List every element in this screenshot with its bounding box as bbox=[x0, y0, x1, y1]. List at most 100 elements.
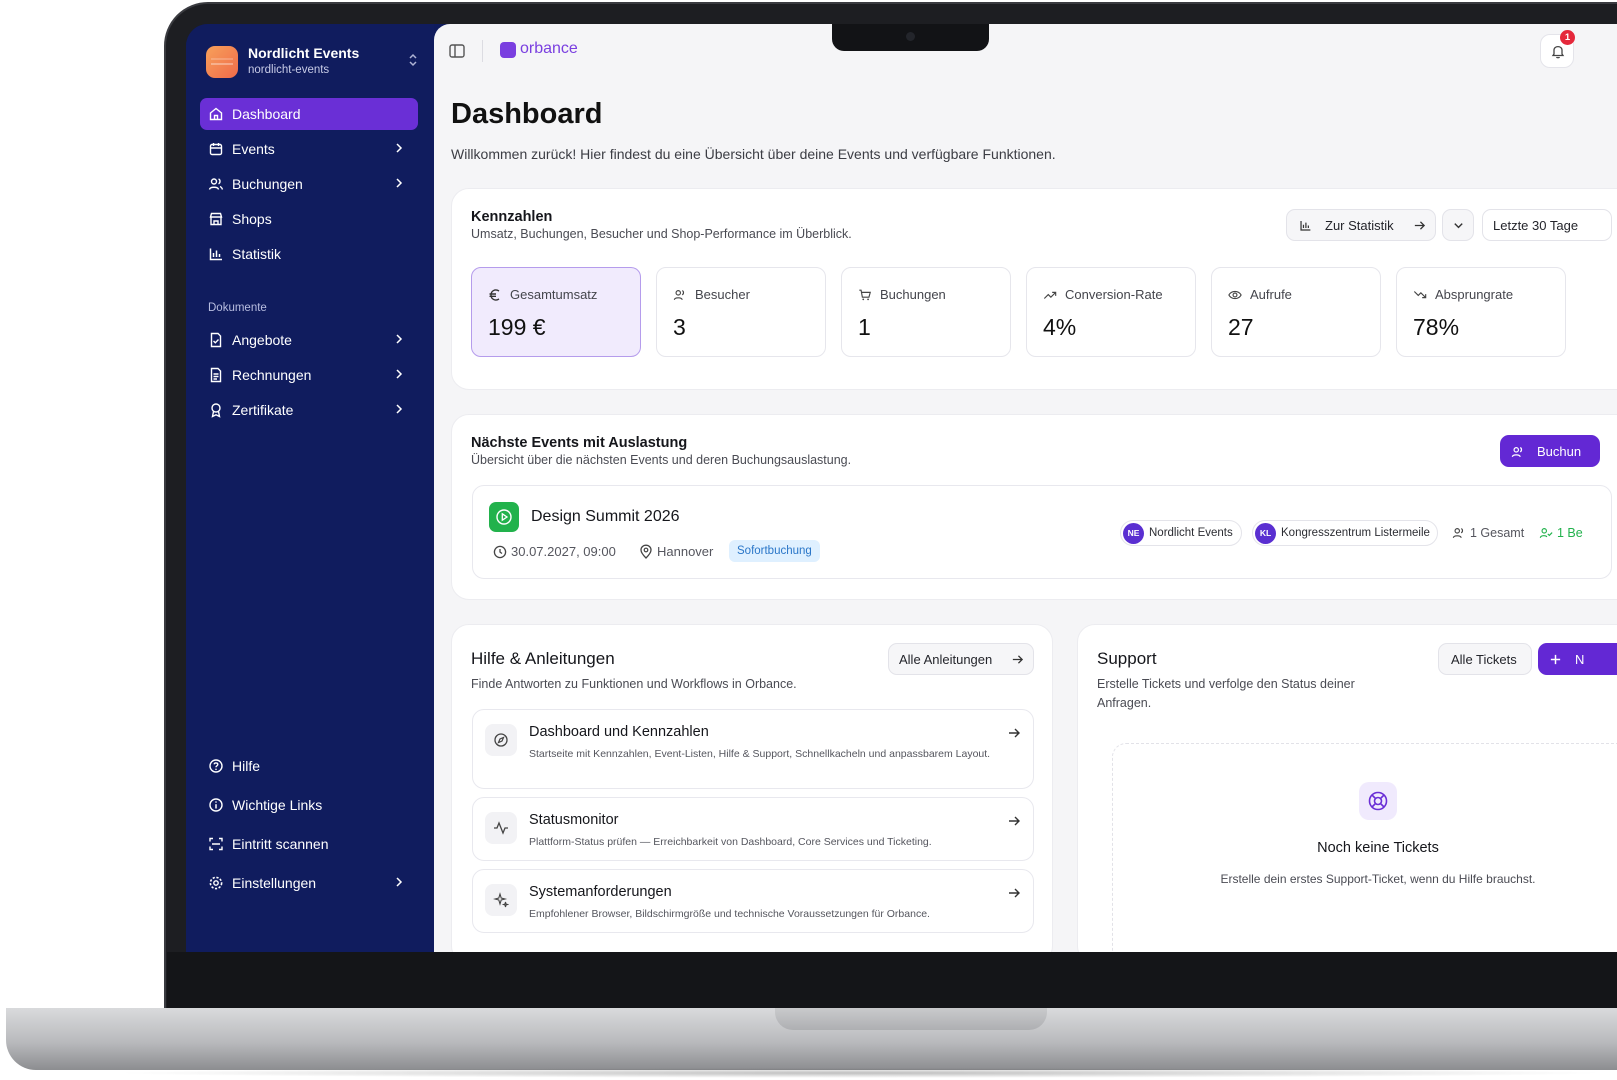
file-check-icon bbox=[210, 332, 222, 348]
sidebar-item-angebote[interactable]: Angebote bbox=[200, 324, 418, 356]
all-tickets-button[interactable]: Alle Tickets bbox=[1438, 643, 1532, 675]
trending-up-icon bbox=[1043, 291, 1057, 299]
all-guides-button[interactable]: Alle Anleitungen bbox=[888, 643, 1034, 675]
new-ticket-button[interactable]: N bbox=[1538, 643, 1617, 675]
date-range-value: Letzte 30 Tage bbox=[1493, 218, 1579, 233]
kpi-value: 78% bbox=[1413, 314, 1460, 340]
kpi-label: Besucher bbox=[695, 287, 750, 302]
kpi-card-title: Kennzahlen bbox=[471, 209, 553, 225]
guide-title: Dashboard und Kennzahlen bbox=[529, 724, 709, 740]
chevrons-up-down-icon bbox=[408, 52, 418, 69]
kpi-aufrufe[interactable]: Aufrufe 27 bbox=[1211, 267, 1381, 357]
laptop-base-notch bbox=[775, 1008, 1047, 1030]
sidebar-item-wichtige-links[interactable]: Wichtige Links bbox=[200, 789, 418, 821]
empty-state-subtitle: Erstelle dein erstes Support-Ticket, wen… bbox=[1220, 872, 1536, 886]
stats-button[interactable]: Zur Statistik bbox=[1286, 209, 1436, 241]
sparkles-icon bbox=[485, 884, 517, 916]
arrow-right-icon bbox=[1009, 816, 1020, 826]
all-guides-label: Alle Anleitungen bbox=[899, 652, 993, 667]
notification-badge: 1 bbox=[1560, 30, 1575, 45]
sidebar-item-label: Wichtige Links bbox=[232, 797, 323, 813]
event-total-count: 1 Gesamt bbox=[1470, 526, 1525, 540]
date-range-select[interactable]: Letzte 30 Tage bbox=[1482, 209, 1612, 241]
store-icon bbox=[209, 212, 223, 226]
camera-notch bbox=[832, 24, 989, 51]
kpi-value: 1 bbox=[858, 314, 871, 340]
guide-item[interactable]: Dashboard und Kennzahlen Startseite mit … bbox=[472, 709, 1034, 789]
kpi-label: Aufrufe bbox=[1250, 287, 1292, 302]
guide-item[interactable]: Statusmonitor Plattform-Status prüfen — … bbox=[472, 797, 1034, 861]
orbance-logo-icon bbox=[500, 42, 516, 58]
help-card-subtitle: Finde Antworten zu Funktionen und Workfl… bbox=[471, 677, 797, 691]
sidebar-item-buchungen[interactable]: Buchungen bbox=[200, 168, 418, 200]
sidebar-item-statistik[interactable]: Statistik bbox=[200, 238, 418, 270]
all-tickets-label: Alle Tickets bbox=[1451, 652, 1517, 667]
organizer-chip: NE Nordlicht Events bbox=[1120, 520, 1242, 546]
avatar: KL bbox=[1255, 523, 1276, 544]
venue-name: Kongresszentrum Listermeile bbox=[1281, 527, 1430, 539]
org-logo bbox=[206, 46, 238, 78]
help-card: Hilfe & Anleitungen Finde Antworten zu F… bbox=[451, 624, 1053, 952]
arrow-right-icon bbox=[1012, 655, 1024, 664]
sidebar-toggle-icon[interactable] bbox=[448, 42, 466, 60]
laptop-mockup: Nordlicht Events nordlicht-events Dashbo… bbox=[0, 0, 1617, 1080]
users-icon bbox=[1511, 447, 1523, 458]
guide-description: Startseite mit Kennzahlen, Event-Listen,… bbox=[529, 748, 991, 760]
user-check-icon bbox=[1539, 528, 1553, 539]
sidebar-item-rechnungen[interactable]: Rechnungen bbox=[200, 359, 418, 391]
bar-chart-icon bbox=[209, 248, 222, 261]
sidebar-item-label: Statistik bbox=[232, 246, 282, 262]
kpi-besucher[interactable]: Besucher 3 bbox=[656, 267, 826, 357]
bell-icon bbox=[1551, 45, 1565, 59]
clock-icon bbox=[493, 545, 507, 559]
help-circle-icon bbox=[209, 759, 223, 773]
chevron-right-icon bbox=[396, 877, 403, 887]
main-content: orbance 1 Dashboard Willkommen zurück! H… bbox=[434, 24, 1617, 952]
euro-icon bbox=[489, 289, 500, 301]
booking-type-badge: Sofortbuchung bbox=[729, 540, 820, 562]
guide-item[interactable]: Systemanforderungen Empfohlener Browser,… bbox=[472, 869, 1034, 933]
sidebar-item-einstellungen[interactable]: Einstellungen bbox=[200, 867, 418, 899]
screen: Nordlicht Events nordlicht-events Dashbo… bbox=[186, 24, 1617, 952]
compass-icon bbox=[485, 724, 517, 756]
kpi-conversion-rate[interactable]: Conversion-Rate 4% bbox=[1026, 267, 1196, 357]
range-dropdown-toggle[interactable] bbox=[1442, 209, 1474, 241]
chevron-right-icon bbox=[396, 334, 403, 344]
guide-title: Systemanforderungen bbox=[529, 884, 672, 900]
sidebar-item-events[interactable]: Events bbox=[200, 133, 418, 165]
org-slug: nordlicht-events bbox=[248, 64, 330, 76]
activity-icon bbox=[485, 812, 517, 844]
support-card-title: Support bbox=[1097, 649, 1157, 668]
laptop-bezel bbox=[167, 952, 1617, 1010]
sidebar-item-hilfe[interactable]: Hilfe bbox=[200, 750, 418, 782]
guide-title: Statusmonitor bbox=[529, 812, 619, 828]
kpi-label: Absprungrate bbox=[1435, 287, 1514, 302]
sidebar-item-label: Events bbox=[232, 141, 275, 157]
sidebar-item-shops[interactable]: Shops bbox=[200, 203, 418, 235]
calendar-icon bbox=[209, 143, 223, 156]
kpi-gesamtumsatz[interactable]: Gesamtumsatz 199 € bbox=[471, 267, 641, 357]
event-row[interactable]: Design Summit 2026 30.07.2027, 09:00 Han… bbox=[472, 485, 1612, 579]
support-card: Support Erstelle Tickets und verfolge de… bbox=[1077, 624, 1617, 952]
users-icon bbox=[208, 178, 224, 190]
map-pin-icon bbox=[640, 544, 652, 559]
org-switcher[interactable]: Nordlicht Events nordlicht-events bbox=[206, 42, 424, 88]
kpi-buchungen[interactable]: Buchungen 1 bbox=[841, 267, 1011, 357]
venue-chip: KL Kongresszentrum Listermeile bbox=[1252, 520, 1438, 546]
sidebar-item-dashboard[interactable]: Dashboard bbox=[200, 98, 418, 130]
cart-icon bbox=[859, 289, 871, 301]
kpi-card: Kennzahlen Umsatz, Buchungen, Besucher u… bbox=[451, 188, 1617, 390]
kpi-value: 27 bbox=[1228, 314, 1254, 340]
bookings-button[interactable]: Buchun bbox=[1500, 435, 1600, 467]
sidebar-item-label: Eintritt scannen bbox=[232, 836, 329, 852]
event-name: Design Summit 2026 bbox=[531, 508, 680, 525]
kpi-absprungrate[interactable]: Absprungrate 78% bbox=[1396, 267, 1566, 357]
tickets-empty-state: Noch keine Tickets Erstelle dein erstes … bbox=[1112, 743, 1617, 952]
bar-chart-icon bbox=[1300, 221, 1311, 231]
sidebar-item-zertifikate[interactable]: Zertifikate bbox=[200, 394, 418, 426]
sidebar-item-eintritt-scannen[interactable]: Eintritt scannen bbox=[200, 828, 418, 860]
topbar: orbance 1 bbox=[434, 24, 1617, 76]
sidebar-item-label: Angebote bbox=[232, 332, 292, 348]
guide-description: Plattform-Status prüfen — Erreichbarkeit… bbox=[529, 836, 932, 848]
trending-down-icon bbox=[1413, 291, 1427, 299]
